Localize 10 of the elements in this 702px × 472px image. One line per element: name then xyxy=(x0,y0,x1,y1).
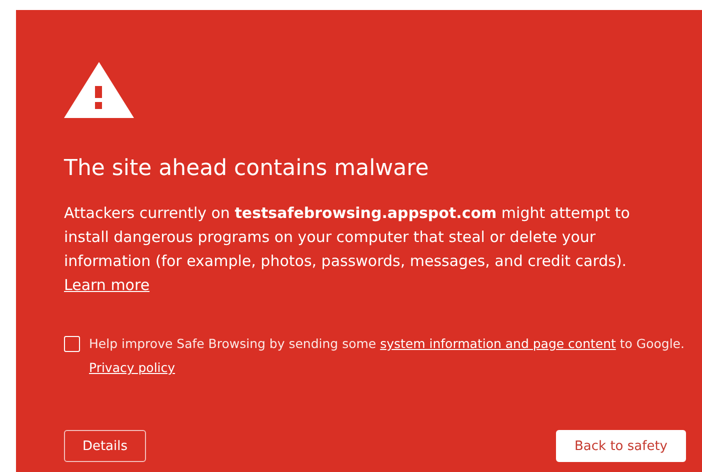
inline-link[interactable]: Privacy policy xyxy=(89,360,176,375)
inline-link[interactable]: system information and page content xyxy=(380,336,616,351)
warning-icon xyxy=(64,62,134,118)
warning-message: Attackers currently on testsafebrowsing.appspot.com might attempt to install dangerous programs on your computer that steal or delete your information (for example, photos, passwords, messages, and credit cards). xyxy=(64,203,631,272)
learn-more-link[interactable]: Learn more xyxy=(64,273,150,297)
details-button[interactable]: Details xyxy=(64,430,146,462)
report-checkbox[interactable] xyxy=(64,336,80,352)
back-to-safety-button[interactable]: Back to safety xyxy=(556,430,686,462)
report-option-text: Help improve Safe Browsing by sending some system information and page content to Google. Privacy policy xyxy=(89,335,686,377)
page-heading: The site ahead contains malware xyxy=(64,155,429,183)
